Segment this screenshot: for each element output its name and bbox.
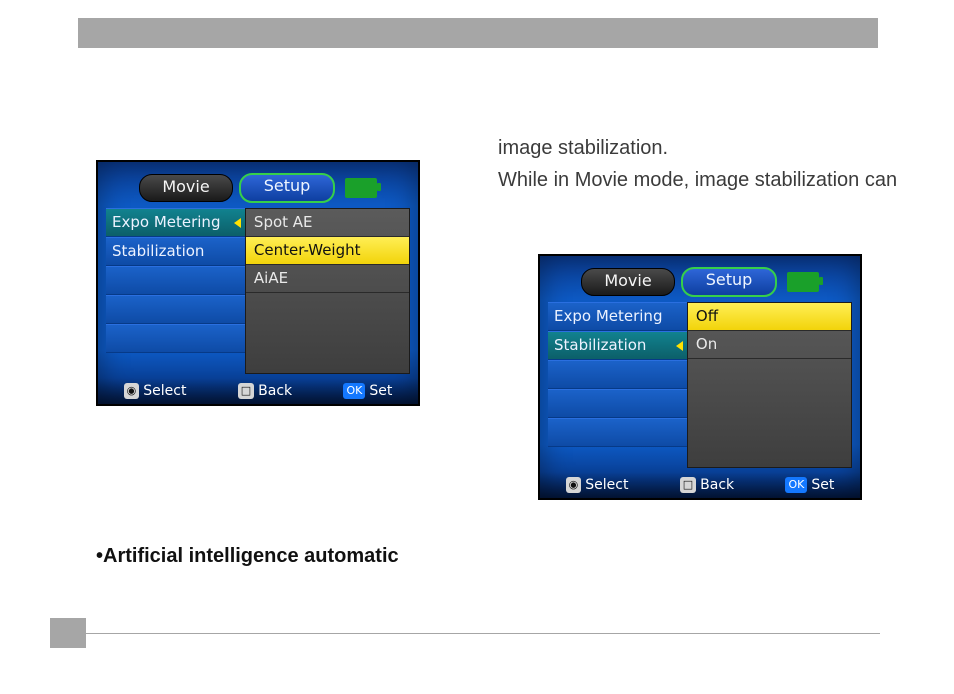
menu-item-empty <box>548 389 687 418</box>
menu-panel: Expo Metering Stabilization Spot AE Cent… <box>106 208 410 374</box>
menu-item-empty <box>106 324 245 353</box>
footer-back-label: Back <box>700 477 734 493</box>
page-footer <box>50 618 880 648</box>
tab-setup[interactable]: Setup <box>239 173 335 203</box>
menu-item-stabilization[interactable]: Stabilization <box>106 237 245 266</box>
back-icon: □ <box>238 383 254 399</box>
option-off[interactable]: Off <box>688 303 851 331</box>
camera-menu-stabilization: Movie Setup Expo Metering Stabilization … <box>538 254 862 500</box>
menu-panel: Expo Metering Stabilization Off On <box>548 302 852 468</box>
footer-set: OK Set <box>785 477 834 493</box>
footer-select-label: Select <box>585 477 628 493</box>
footer-select: ◉ Select <box>566 477 629 493</box>
ok-icon: OK <box>343 383 365 399</box>
menu-item-expo-metering[interactable]: Expo Metering <box>106 208 245 237</box>
menu-item-expo-metering[interactable]: Expo Metering <box>548 302 687 331</box>
ok-icon: OK <box>785 477 807 493</box>
battery-icon <box>787 272 819 292</box>
footer-set-label: Set <box>369 383 392 399</box>
footer-back-label: Back <box>258 383 292 399</box>
menu-item-empty <box>548 360 687 389</box>
option-on[interactable]: On <box>688 331 851 359</box>
menu-footer: ◉ Select □ Back OK Set <box>540 472 860 498</box>
page-number-tab <box>50 618 86 648</box>
menu-item-stabilization[interactable]: Stabilization <box>548 331 687 360</box>
menu-right-column: Spot AE Center-Weight AiAE <box>245 208 410 374</box>
footer-set: OK Set <box>343 383 392 399</box>
back-icon: □ <box>680 477 696 493</box>
header-grey-bar <box>78 18 878 48</box>
footer-select: ◉ Select <box>124 383 187 399</box>
footer-select-label: Select <box>143 383 186 399</box>
camera-menu-expo-metering: Movie Setup Expo Metering Stabilization … <box>96 160 420 406</box>
menu-item-empty <box>548 418 687 447</box>
body-line-1: image stabilization. <box>498 132 898 164</box>
tab-row: Movie Setup <box>98 172 418 204</box>
tab-row: Movie Setup <box>540 266 860 298</box>
menu-footer: ◉ Select □ Back OK Set <box>98 378 418 404</box>
battery-icon <box>345 178 377 198</box>
menu-item-empty <box>106 295 245 324</box>
tab-movie[interactable]: Movie <box>139 174 233 202</box>
dpad-icon: ◉ <box>566 477 582 493</box>
menu-left-column: Expo Metering Stabilization <box>548 302 687 468</box>
body-line-2: While in Movie mode, image stabilization… <box>498 164 898 196</box>
footer-rule <box>86 633 880 634</box>
footer-back: □ Back <box>238 383 292 399</box>
tab-movie[interactable]: Movie <box>581 268 675 296</box>
option-spot-ae[interactable]: Spot AE <box>246 209 409 237</box>
menu-left-column: Expo Metering Stabilization <box>106 208 245 374</box>
menu-item-empty <box>106 266 245 295</box>
body-text: image stabilization. While in Movie mode… <box>498 132 898 196</box>
tab-setup[interactable]: Setup <box>681 267 777 297</box>
dpad-icon: ◉ <box>124 383 140 399</box>
option-aiae[interactable]: AiAE <box>246 265 409 293</box>
bullet-aiae: •Artificial intelligence automatic <box>96 545 399 568</box>
option-center-weight[interactable]: Center-Weight <box>246 237 409 265</box>
footer-back: □ Back <box>680 477 734 493</box>
footer-set-label: Set <box>811 477 834 493</box>
menu-right-column: Off On <box>687 302 852 468</box>
